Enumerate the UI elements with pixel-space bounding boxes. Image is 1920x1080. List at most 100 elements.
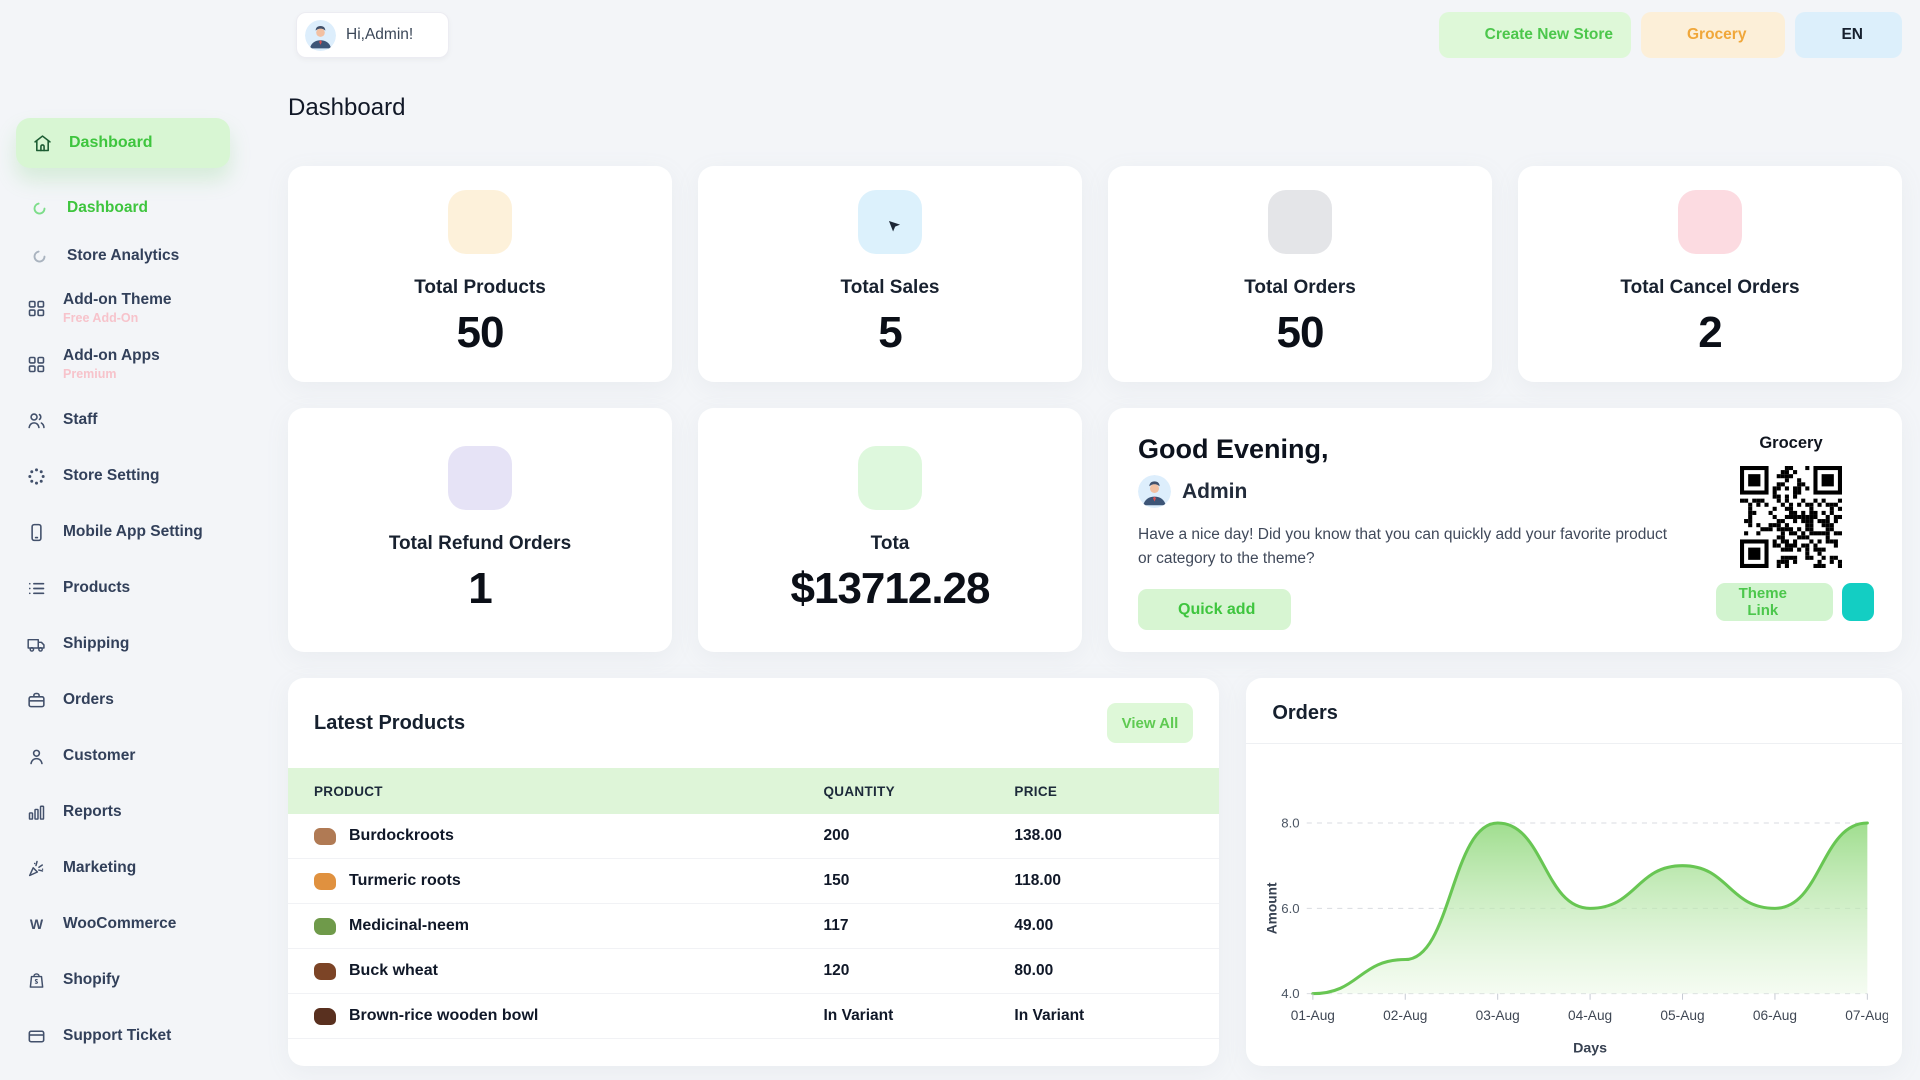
sidebar-item-orders[interactable]: Orders — [0, 672, 246, 728]
svg-text:01-Aug: 01-Aug — [1291, 1008, 1335, 1023]
orders-chart-title: Orders — [1272, 702, 1338, 725]
orders-area-chart: 4.0 6.0 8.0 01-Aug 02-Aug 03-Aug 04-Aug 05-Aug 0… — [1265, 816, 1888, 1057]
sidebar-item-icon — [26, 802, 47, 823]
stat-card-icon — [448, 446, 512, 511]
sidebar-item-icon — [26, 466, 47, 487]
product-thumbnail — [314, 962, 336, 980]
orders-chart-card: Orders 4.0 6.0 8.0 01-Aug 02-Aug 03-Aug 04-Aug… — [1246, 678, 1902, 1067]
sidebar-item-woocommerce[interactable]: WooCommerce — [0, 896, 246, 952]
sidebar-item-icon — [26, 410, 47, 431]
sidebar-item-mobile-app-setting[interactable]: Mobile App Setting — [0, 504, 246, 560]
product-name: Medicinal-neem — [349, 917, 470, 935]
svg-text:04-Aug: 04-Aug — [1568, 1008, 1612, 1023]
svg-text:07-Aug: 07-Aug — [1846, 1008, 1888, 1023]
stat-card-value: 50 — [456, 308, 505, 357]
stat-card: Total Refund Orders 1 — [288, 408, 672, 653]
sidebar-item-icon — [26, 858, 47, 879]
svg-text:6.0: 6.0 — [1282, 901, 1300, 916]
topbar: Hi,Admin! Create New Store Grocery EN — [288, 12, 1902, 58]
create-new-store-button[interactable]: Create New Store — [1438, 12, 1631, 58]
stat-card: Tota $13712.28 — [698, 408, 1082, 653]
svg-text:03-Aug: 03-Aug — [1476, 1008, 1520, 1023]
qr-code — [1740, 466, 1842, 568]
product-row-Medicinal-neem: Medicinal-neem 117 49.00 — [288, 904, 1220, 950]
page-title: Dashboard — [288, 94, 406, 121]
stat-card-icon — [1268, 190, 1332, 254]
sidebar-item-support-ticket[interactable]: Support Ticket — [0, 1008, 246, 1064]
sidebar-item-label: Dashboard — [69, 133, 153, 151]
product-price: 80.00 — [1014, 962, 1054, 980]
sidebar-item-add-on-apps[interactable]: Add-on Apps Premium — [0, 336, 246, 392]
sidebar-item-dashboard-sub[interactable]: Dashboard — [0, 184, 246, 232]
stat-card-value: 50 — [1276, 308, 1325, 357]
product-quantity: 120 — [823, 962, 850, 980]
svg-text:Amount: Amount — [1265, 882, 1280, 934]
plus-icon — [1153, 602, 1169, 618]
product-quantity: In Variant — [823, 1007, 894, 1025]
sidebar-item-label: Store Setting — [63, 467, 160, 485]
stat-card: Total Products 50 — [288, 166, 672, 382]
column-price: PRICE — [1014, 783, 1058, 799]
product-price: 118.00 — [1014, 872, 1061, 890]
sidebar-item-shopify[interactable]: Shopify — [0, 952, 246, 1008]
sidebar-item-icon — [26, 522, 47, 543]
sidebar-item-dashboard[interactable]: Dashboard — [16, 118, 230, 168]
product-name: Buck wheat — [349, 962, 438, 980]
sidebar-item-icon — [32, 201, 47, 216]
sidebar-item-store-analytics[interactable]: Store Analytics — [0, 232, 246, 280]
share-icon — [1849, 593, 1867, 611]
chevron-down-icon — [1755, 29, 1767, 41]
sidebar-item-icon — [26, 1026, 47, 1047]
chevron-icon — [212, 973, 226, 987]
copy-icon — [1807, 594, 1821, 611]
user-menu[interactable]: Hi,Admin! — [296, 12, 450, 58]
sidebar-item-label: Orders — [63, 691, 114, 709]
chevron-down-icon — [1264, 604, 1276, 616]
product-quantity: 150 — [823, 872, 850, 890]
sidebar-item-icon — [26, 634, 47, 655]
sidebar-item-store-setting[interactable]: Store Setting — [0, 448, 246, 504]
sidebar-item-reports[interactable]: Reports — [0, 784, 246, 840]
sidebar-item-staff[interactable]: Staff — [0, 392, 246, 448]
greeting-card: Good Evening, Admin Have a nice day! Did… — [1108, 408, 1902, 653]
product-name: Brown-rice wooden bowl — [349, 1007, 539, 1025]
stat-card-label: Total Products — [414, 277, 546, 298]
product-row-Brown-rice wooden bowl: Brown-rice wooden bowl In Variant In Var… — [288, 994, 1220, 1040]
stat-card-value: 2 — [1698, 308, 1723, 357]
plus-circle-icon — [1457, 26, 1476, 45]
sidebar-item-icon — [26, 298, 47, 319]
sidebar-item-label: Customer — [63, 747, 136, 765]
product-price: 49.00 — [1014, 917, 1054, 935]
chevron-icon — [212, 693, 226, 707]
globe-icon — [1813, 26, 1832, 45]
quick-add-button[interactable]: Quick add — [1138, 589, 1292, 631]
chevron-icon — [200, 136, 214, 150]
theme-link-button[interactable]: Theme Link — [1716, 583, 1833, 621]
language-selector-button[interactable]: EN — [1795, 12, 1902, 58]
stat-card-icon — [1678, 190, 1742, 254]
sidebar-item-add-on-theme[interactable]: Add-on Theme Free Add-On — [0, 280, 246, 336]
sidebar-item-marketing[interactable]: Marketing — [0, 840, 246, 896]
sidebar-item-label: Dashboard — [67, 199, 148, 217]
admin-avatar — [1138, 475, 1171, 508]
product-row-Buck wheat: Buck wheat 120 80.00 — [288, 949, 1220, 995]
stat-card-label: Total Sales — [840, 277, 940, 298]
store-selector-button[interactable]: Grocery — [1641, 12, 1786, 58]
stat-card-value: $13712.28 — [790, 564, 991, 614]
sidebar-item-customer[interactable]: Customer — [0, 728, 246, 784]
chevron-icon — [212, 861, 226, 875]
sidebar-item-shipping[interactable]: Shipping — [0, 616, 246, 672]
sidebar-item-label: Reports — [63, 803, 122, 821]
stat-card-value: 1 — [468, 564, 493, 614]
products-table-body: Burdockroots 200 138.00 Turmeric roots 1… — [288, 814, 1220, 1040]
storefront-icon — [1659, 26, 1678, 45]
stat-card-label: Total Cancel Orders — [1620, 277, 1800, 298]
greeting-user-name: Admin — [1182, 479, 1248, 503]
sidebar-item-icon — [32, 249, 47, 264]
svg-text:02-Aug: 02-Aug — [1384, 1008, 1428, 1023]
chevron-icon — [212, 581, 226, 595]
stat-card: Total Orders 50 — [1108, 166, 1492, 382]
view-all-button[interactable]: View All — [1106, 703, 1194, 744]
sidebar-item-products[interactable]: Products — [0, 560, 246, 616]
share-button[interactable] — [1841, 583, 1874, 621]
